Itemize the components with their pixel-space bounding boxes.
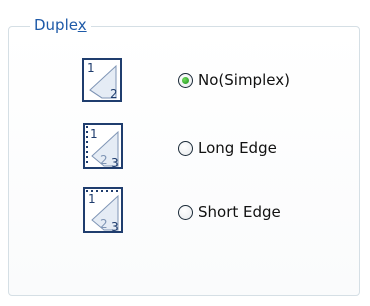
radio-option-long-edge[interactable]: Long Edge [178, 137, 277, 159]
svg-text:3: 3 [111, 156, 119, 170]
svg-text:1: 1 [87, 61, 95, 75]
radio-button-long-edge[interactable] [178, 140, 193, 156]
long-edge-duplex-icon: 1 2 3 [83, 123, 123, 170]
svg-text:3: 3 [111, 220, 119, 234]
radio-label-no-simplex: No(Simplex) [198, 71, 290, 89]
radio-label-long-edge: Long Edge [198, 139, 277, 157]
svg-text:2: 2 [100, 217, 108, 231]
radio-button-no-simplex[interactable] [178, 72, 193, 88]
svg-text:1: 1 [90, 127, 98, 141]
duplex-groupbox [8, 26, 360, 296]
radio-button-short-edge[interactable] [178, 204, 193, 220]
duplex-group-title: Duplex [30, 14, 91, 36]
radio-option-no-simplex[interactable]: No(Simplex) [178, 69, 290, 91]
radio-option-short-edge[interactable]: Short Edge [178, 201, 281, 223]
short-edge-duplex-icon: 1 2 3 [83, 187, 123, 234]
radio-selected-dot [182, 76, 189, 84]
svg-text:2: 2 [110, 87, 118, 101]
svg-text:2: 2 [100, 153, 108, 167]
simplex-page-icon: 1 2 [82, 58, 122, 102]
radio-label-short-edge: Short Edge [198, 203, 281, 221]
svg-text:1: 1 [88, 192, 96, 206]
